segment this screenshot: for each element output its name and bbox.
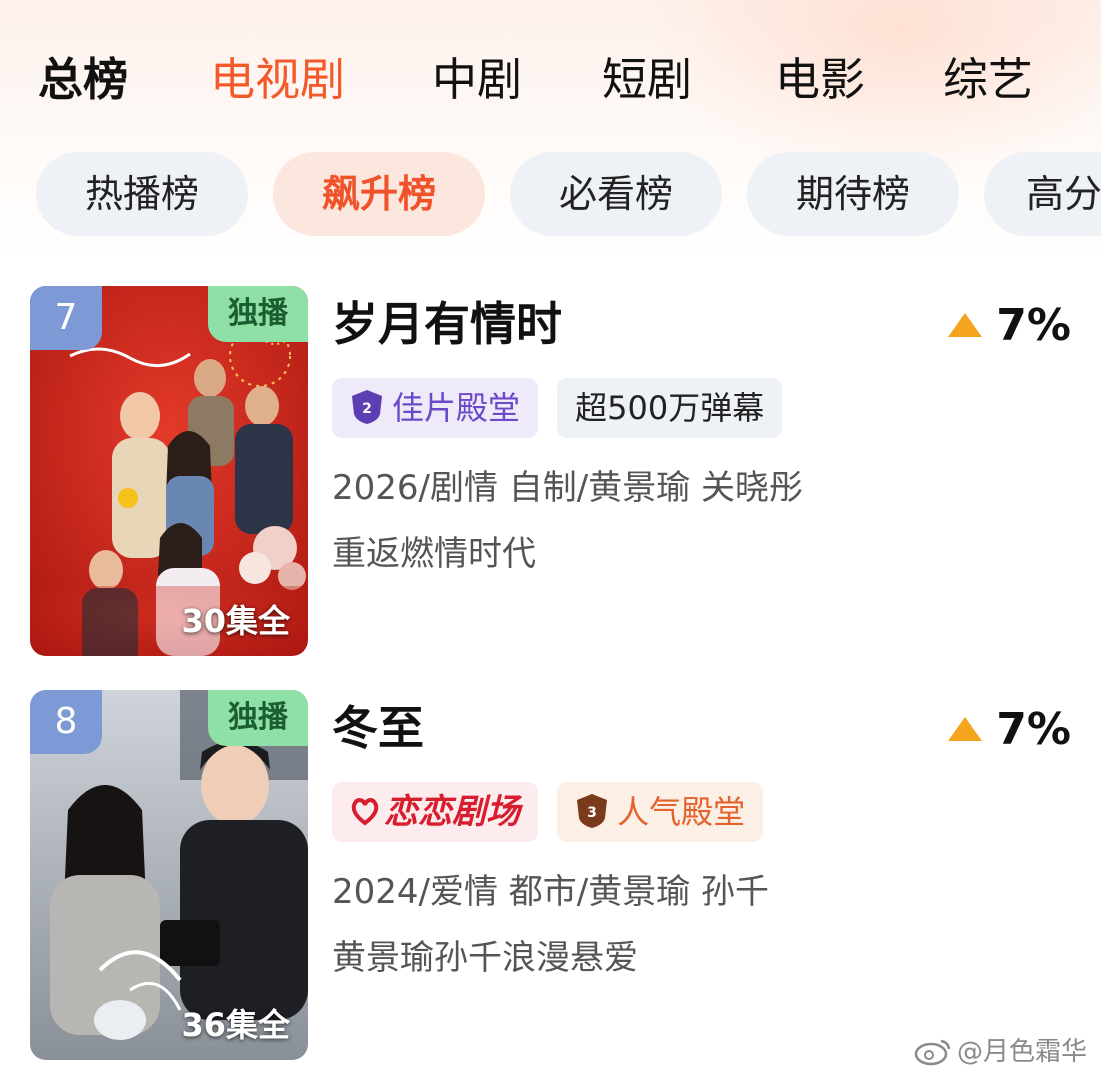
tab-movie[interactable]: 电影 bbox=[775, 40, 865, 120]
trend-up-icon bbox=[948, 313, 983, 337]
list-item[interactable]: 8 独播 36集全 冬至 7% 恋恋剧场 3 人气殿堂 2024/爱情 都市/黄… bbox=[0, 690, 1101, 1070]
rank-badge: 8 bbox=[30, 690, 102, 754]
episode-count: 30集全 bbox=[181, 602, 290, 640]
list-item[interactable]: 7 独播 30集全 岁月有情时 7% 2 佳片殿堂 超500万弹幕 2026/剧… bbox=[0, 286, 1101, 666]
show-description: 黄景瑜孙千浪漫悬爱 bbox=[332, 938, 638, 978]
award-badge-text: 佳片殿堂 bbox=[392, 389, 521, 427]
chip-anticipated[interactable]: 期待榜 bbox=[747, 152, 959, 236]
poster[interactable]: 8 独播 36集全 bbox=[30, 690, 308, 1060]
trend-value: 7% bbox=[996, 704, 1071, 755]
tab-short-drama[interactable]: 短剧 bbox=[602, 40, 692, 120]
ranking-type-chips: 热播榜 飙升榜 必看榜 期待榜 高分 bbox=[0, 152, 1101, 238]
watermark: @月色霜华 bbox=[913, 1032, 1087, 1072]
trend-indicator: 7% bbox=[948, 294, 1071, 358]
exclusive-tag: 独播 bbox=[208, 286, 308, 342]
theater-badge[interactable]: 恋恋剧场 bbox=[332, 782, 538, 842]
category-tabs: 总榜 电视剧 中剧 短剧 电影 综艺 bbox=[0, 40, 1101, 120]
badge-row: 2 佳片殿堂 超500万弹幕 bbox=[332, 378, 796, 438]
chip-must-watch[interactable]: 必看榜 bbox=[510, 152, 722, 236]
chip-rising[interactable]: 飙升榜 bbox=[273, 152, 485, 236]
show-title[interactable]: 冬至 bbox=[332, 696, 424, 760]
trend-indicator: 7% bbox=[948, 698, 1071, 762]
tab-mid-drama[interactable]: 中剧 bbox=[432, 40, 522, 120]
heart-logo-icon bbox=[351, 797, 379, 825]
svg-text:3: 3 bbox=[587, 805, 597, 821]
episode-count: 36集全 bbox=[181, 1006, 290, 1044]
chip-high-score[interactable]: 高分 bbox=[984, 152, 1101, 236]
theater-badge-text: 恋恋剧场 bbox=[384, 792, 520, 832]
show-description: 重返燃情时代 bbox=[332, 534, 536, 574]
award-badge-text: 人气殿堂 bbox=[617, 793, 746, 831]
svg-text:2: 2 bbox=[362, 401, 372, 417]
exclusive-tag: 独播 bbox=[208, 690, 308, 746]
ranking-page: 总榜 电视剧 中剧 短剧 电影 综艺 热播榜 飙升榜 必看榜 期待榜 高分 7 … bbox=[0, 0, 1101, 1080]
weibo-icon bbox=[914, 1039, 951, 1065]
rank-badge: 7 bbox=[30, 286, 102, 350]
show-meta: 2024/爱情 都市/黄景瑜 孙千 bbox=[332, 872, 770, 912]
tab-overall[interactable]: 总榜 bbox=[38, 40, 128, 120]
hall-of-fame-3-shield-icon: 3 bbox=[577, 794, 608, 828]
trend-up-icon bbox=[948, 717, 983, 741]
poster[interactable]: 7 独播 30集全 bbox=[30, 286, 308, 656]
hall-of-fame-2-shield-icon: 2 bbox=[352, 390, 382, 424]
trend-value: 7% bbox=[996, 300, 1071, 351]
tab-variety[interactable]: 综艺 bbox=[943, 40, 1033, 120]
show-title[interactable]: 岁月有情时 bbox=[332, 292, 562, 356]
tab-tv-series[interactable]: 电视剧 bbox=[210, 40, 345, 120]
chip-hot[interactable]: 热播榜 bbox=[36, 152, 248, 236]
award-badge[interactable]: 3 人气殿堂 bbox=[557, 782, 764, 842]
award-badge[interactable]: 2 佳片殿堂 bbox=[332, 378, 539, 438]
show-meta: 2026/剧情 自制/黄景瑜 关晓彤 bbox=[332, 468, 804, 508]
watermark-text: @月色霜华 bbox=[956, 1037, 1087, 1067]
badge-row: 恋恋剧场 3 人气殿堂 bbox=[332, 782, 777, 842]
danmaku-badge[interactable]: 超500万弹幕 bbox=[557, 378, 783, 438]
